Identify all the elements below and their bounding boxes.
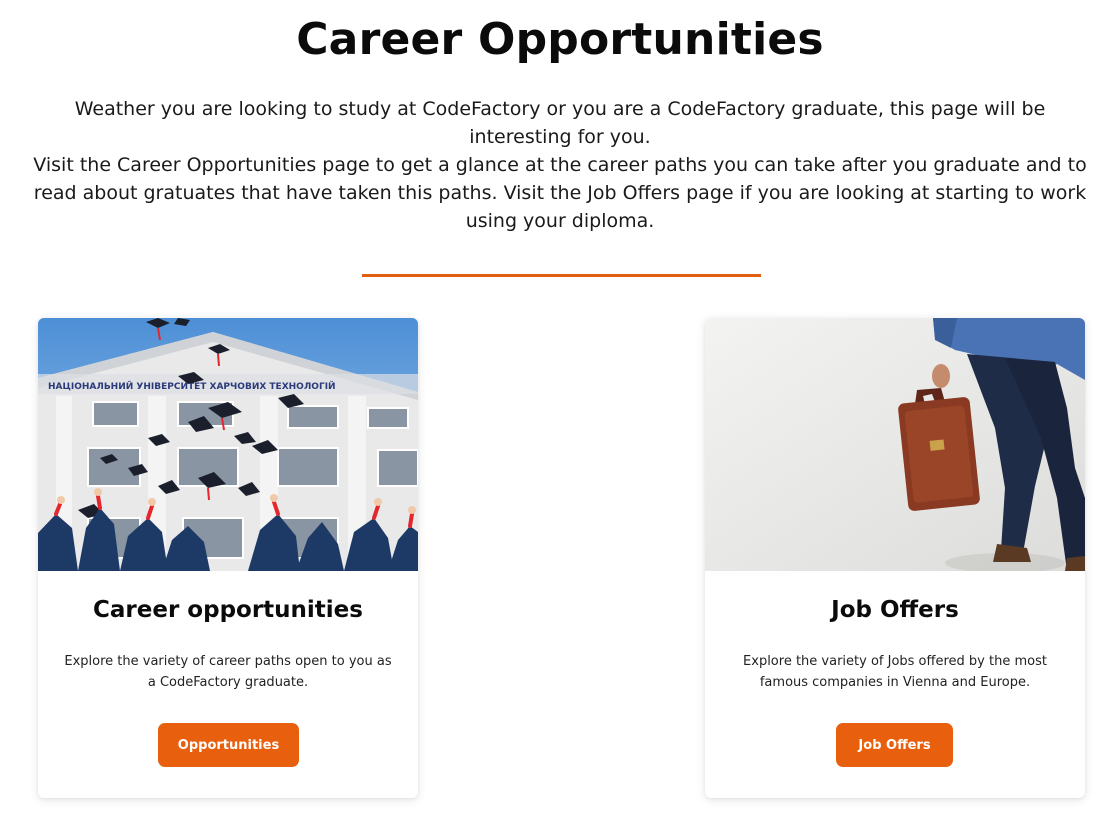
intro-paragraph-1: Weather you are looking to study at Code… [74,98,1046,148]
job-offers-card: Job Offers Explore the variety of Jobs o… [705,318,1085,798]
card-description: Explore the variety of Jobs offered by t… [743,654,1047,690]
businessman-briefcase-image [705,318,1085,571]
intro-text: Weather you are looking to study at Code… [30,95,1090,235]
job-offers-button[interactable]: Job Offers [836,723,953,767]
graduation-caps-image: НАЦІОНАЛЬНИЙ УНІВЕРСИТЕТ ХАРЧОВИХ ТЕХНОЛ… [38,318,418,571]
page-title: Career Opportunities [296,14,824,65]
career-opportunities-card: НАЦІОНАЛЬНИЙ УНІВЕРСИТЕТ ХАРЧОВИХ ТЕХНОЛ… [38,318,418,798]
card-description: Explore the variety of career paths open… [64,654,392,690]
page: Career Opportunities Weather you are loo… [0,0,1120,817]
card-title: Job Offers [831,597,959,623]
section-divider [362,274,761,277]
card-title: Career opportunities [93,597,363,623]
opportunities-button[interactable]: Opportunities [158,723,299,767]
intro-paragraph-2: Visit the Career Opportunities page to g… [33,154,1087,232]
